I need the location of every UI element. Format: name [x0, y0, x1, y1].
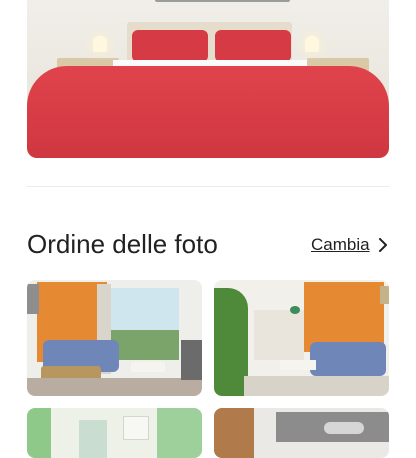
chevron-right-icon [378, 238, 387, 252]
plant [214, 288, 248, 396]
cabinet [181, 340, 202, 380]
photo-tile[interactable] [214, 280, 389, 396]
sofa [310, 342, 386, 376]
wall-picture [380, 286, 389, 304]
kitchen-area [254, 310, 304, 360]
pillow-left [132, 30, 208, 62]
wall-picture [27, 284, 39, 314]
doorway [79, 420, 107, 458]
change-label: Cambia [311, 235, 370, 254]
wardrobe [214, 408, 254, 458]
coffee-table [280, 360, 316, 370]
photo-tile[interactable] [27, 408, 202, 458]
hero-photo[interactable] [27, 0, 389, 158]
window-greenery [111, 330, 179, 360]
floor [27, 378, 202, 396]
coffee-table [131, 362, 165, 372]
mirror [123, 416, 149, 440]
floor [244, 376, 389, 396]
wall-art [155, 0, 290, 2]
wall-art-highlight [324, 422, 364, 434]
change-order-link[interactable]: Cambia [311, 234, 388, 256]
section-title: Ordine delle foto [27, 229, 218, 259]
green-tiles [27, 408, 51, 458]
red-duvet [27, 66, 389, 158]
pillow-right [215, 30, 291, 62]
photo-tile[interactable] [27, 280, 202, 396]
section-divider [27, 186, 389, 187]
pendant-lamp [290, 306, 300, 314]
lamp-right [305, 36, 319, 52]
lamp-left [93, 36, 107, 52]
green-tiles [157, 408, 202, 458]
photo-tile[interactable] [214, 408, 389, 458]
